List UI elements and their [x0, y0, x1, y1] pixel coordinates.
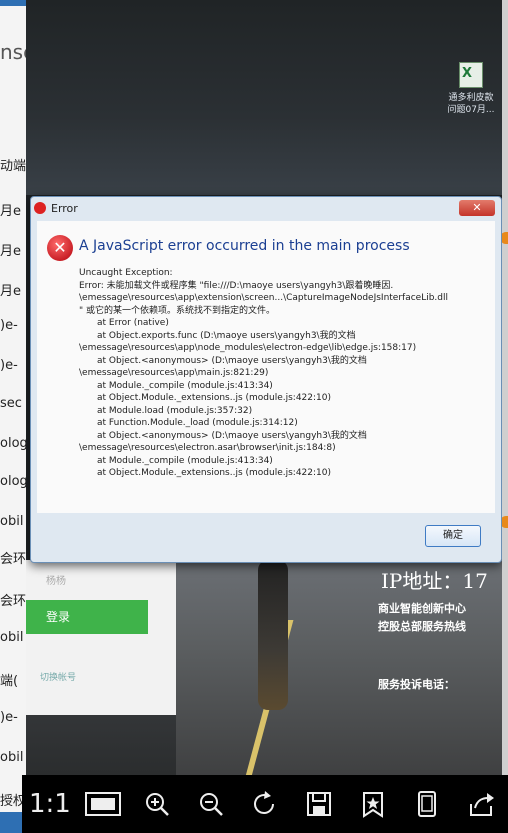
excel-icon: X — [459, 62, 483, 88]
background-app-strip: nse 动端3月e月e月e)e-)e-secologologobil会环会环ob… — [0, 0, 28, 833]
ok-button[interactable]: 确定 — [425, 525, 481, 547]
background-list-item[interactable]: sec — [0, 396, 22, 411]
background-list-item[interactable]: 会环 — [0, 548, 26, 567]
stack-line: at Object.exports.func (D:\maoye users\y… — [97, 330, 356, 341]
dialog-footer: 确定 — [31, 513, 501, 562]
background-list-item[interactable]: olog — [0, 436, 28, 451]
stack-line: at Module.load (module.js:357:32) — [97, 405, 253, 416]
stack-line: at Object.Module._extensions..js (module… — [97, 393, 331, 403]
background-list-item[interactable]: )e- — [0, 318, 18, 333]
rotate-button[interactable] — [245, 790, 285, 818]
error-icon: ✕ — [47, 235, 73, 261]
fit-screen-button[interactable] — [83, 790, 123, 818]
background-list-item[interactable]: )e- — [0, 710, 18, 725]
desktop-file-label: 问题07月... — [447, 105, 495, 115]
error-details: Uncaught Exception: Error: 未能加载文件或程序集 "f… — [79, 267, 491, 480]
background-title-fragment: nse — [0, 40, 28, 64]
error-detail-line: " 或它的某一个依赖项。系统找不到指定的文件。 — [79, 305, 276, 316]
background-list-item[interactable]: 月e — [0, 280, 21, 299]
background-list-item[interactable]: obil — [0, 630, 23, 645]
stack-line: at Object.<anonymous> (D:\maoye users\ya… — [97, 355, 367, 366]
stack-line: \emessage\resources\electron.asar\browse… — [79, 443, 336, 453]
star-icon — [363, 792, 383, 818]
share-icon — [470, 793, 494, 816]
info-line: 控股总部服务热线 — [378, 620, 466, 633]
viewer-toolbar: 1:1 — [22, 775, 508, 833]
error-main-message: A JavaScript error occurred in the main … — [79, 238, 410, 254]
zoom-in-button[interactable] — [137, 790, 177, 818]
zoom-out-icon — [200, 793, 223, 816]
background-list-item[interactable]: olog — [0, 474, 28, 489]
background-list-item[interactable]: obil — [0, 750, 23, 765]
stack-line: at Error (native) — [97, 318, 169, 328]
login-button[interactable]: 登录 — [26, 600, 148, 634]
error-detail-line: Error: 未能加载文件或程序集 "file:///D:\maoye user… — [79, 280, 394, 291]
stack-line: at Function.Module._load (module.js:314:… — [97, 418, 298, 428]
stack-line: \emessage\resources\app\main.js:821:29) — [79, 368, 269, 378]
background-list-item[interactable]: 会环 — [0, 590, 26, 609]
error-mini-icon — [34, 202, 46, 214]
background-list-item[interactable]: 端( — [0, 670, 18, 689]
save-button[interactable] — [299, 790, 339, 818]
background-list-item[interactable]: )e- — [0, 358, 18, 373]
favorite-button[interactable] — [353, 790, 393, 818]
info-line: 商业智能创新中心 — [378, 602, 466, 615]
stack-line: at Module._compile (module.js:413:34) — [97, 380, 273, 391]
background-list-item[interactable]: obil — [0, 514, 23, 529]
zoom-out-button[interactable] — [191, 790, 231, 818]
background-list-item[interactable]: 月e — [0, 240, 21, 259]
close-button[interactable]: ✕ — [459, 200, 495, 216]
background-list-item[interactable]: 月e — [0, 200, 21, 219]
save-icon — [307, 792, 331, 816]
stack-line: \emessage\resources\app\node_modules\ele… — [79, 343, 417, 353]
stack-line: at Object.Module._extensions..js (module… — [97, 468, 331, 478]
desktop-file-label: 通多利皮款 — [448, 93, 494, 103]
fit-screen-icon — [85, 792, 121, 816]
error-dialog: Error ✕ ✕ A JavaScript error occurred in… — [30, 196, 502, 563]
stack-line: at Object.<anonymous> (D:\maoye users\ya… — [97, 430, 367, 441]
error-detail-line: \emessage\resources\app\extension\screen… — [79, 293, 449, 303]
tablet-icon — [418, 791, 436, 817]
ip-address-label: IP地址：17 — [381, 569, 488, 593]
device-button[interactable] — [407, 790, 447, 818]
desktop-background: X 通多利皮款 问题07月... — [26, 0, 502, 195]
switch-account-link[interactable]: 切换帐号 — [40, 670, 76, 683]
complaint-phone-label: 服务投诉电话： — [378, 678, 455, 691]
dialog-body: ✕ A JavaScript error occurred in the mai… — [37, 221, 495, 513]
error-detail-line: Uncaught Exception: — [79, 268, 173, 278]
background-list-item[interactable]: 动端3 — [0, 155, 28, 174]
person-image — [258, 560, 288, 710]
background-titlebar — [0, 0, 28, 6]
dialog-titlebar[interactable]: Error ✕ — [31, 197, 501, 221]
rotate-icon — [254, 791, 274, 814]
app-login-window: 杨杨 登录 切换帐号 IP地址：17 商业智能创新中心 控股总部服务热线 服务投… — [26, 560, 502, 780]
stack-line: at Module._compile (module.js:413:34) — [97, 455, 273, 466]
zoom-in-icon — [146, 793, 169, 816]
username-field[interactable]: 杨杨 — [46, 572, 66, 587]
photo-of-monitor: X 通多利皮款 问题07月... 杨杨 登录 切换帐号 IP地址：17 商业智能… — [26, 0, 502, 833]
dialog-title: Error — [51, 202, 78, 215]
share-button[interactable] — [461, 790, 501, 818]
desktop-file-icon[interactable]: X 通多利皮款 问题07月... — [436, 62, 502, 116]
actual-size-button[interactable]: 1:1 — [29, 789, 71, 819]
login-panel: 杨杨 登录 切换帐号 — [26, 560, 176, 715]
